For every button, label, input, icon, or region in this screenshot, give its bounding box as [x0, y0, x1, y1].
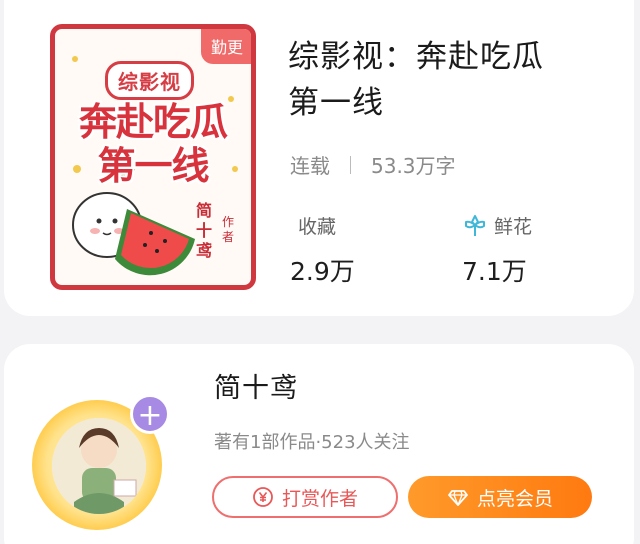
avatar-image — [52, 418, 146, 514]
tip-author-label: 打赏作者 — [281, 487, 358, 510]
flower-stat[interactable]: 鲜花 — [462, 212, 532, 239]
book-title-line1: 综影视：奔赴吃瓜 — [288, 39, 544, 75]
flower-label: 鲜花 — [494, 216, 533, 238]
book-cover[interactable]: 综影视 奔赴吃瓜 第一线 简十鸢 作者 勤更 — [50, 24, 256, 290]
book-meta: 连载 53.3万字 — [290, 150, 456, 179]
serial-status: 连载 — [290, 154, 330, 178]
activate-vip-button[interactable]: 点亮会员 — [408, 476, 592, 518]
cover-title-line2: 第一线 — [97, 144, 209, 188]
cover-author: 简十鸢 — [195, 201, 212, 260]
update-badge: 勤更 — [200, 29, 251, 64]
cover-author-suffix: 作者 — [221, 215, 234, 244]
tip-author-button[interactable]: 打赏作者 — [212, 476, 398, 518]
follow-add-button[interactable]: + — [130, 394, 170, 434]
flower-count: 7.1万 — [462, 257, 527, 286]
yen-coin-icon — [253, 487, 273, 507]
author-meta: 著有1部作品·523人关注 — [214, 432, 410, 453]
activate-vip-label: 点亮会员 — [476, 487, 553, 510]
diamond-icon — [448, 490, 468, 506]
flower-icon — [465, 214, 485, 236]
book-title-line2: 第一线 — [288, 85, 384, 121]
book-title: 综影视：奔赴吃瓜 第一线 — [288, 34, 608, 126]
author-name: 简十鸢 — [214, 373, 298, 404]
word-count: 53.3万字 — [371, 154, 456, 178]
divider — [350, 155, 351, 174]
collect-count: 2.9万 — [290, 257, 355, 286]
collect-label: 收藏 — [298, 216, 337, 238]
